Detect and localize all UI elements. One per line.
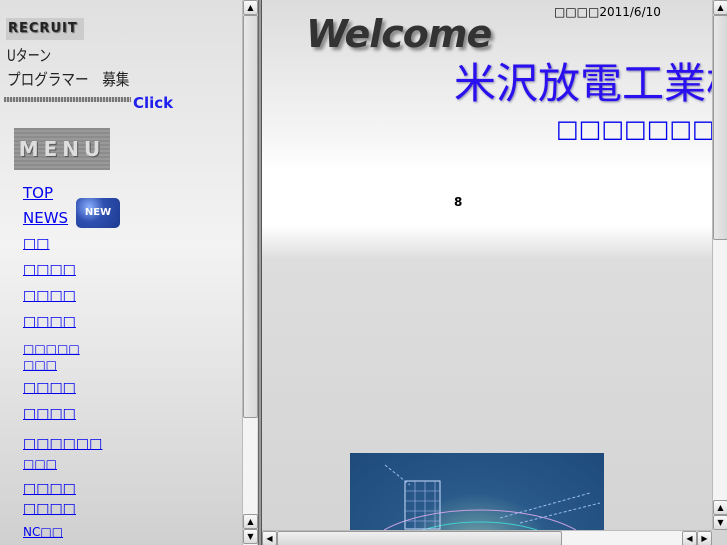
nav-item-7[interactable]: □□□□□ □□□ (23, 341, 80, 373)
scroll-down-icon[interactable]: ▼ (713, 515, 727, 530)
scroll-thumb[interactable] (277, 531, 562, 545)
content-frame: Welcome □□□□2011/6/10 米沢放電工業株 □□□□□□□□□□… (262, 0, 727, 545)
nav-item-5[interactable]: □□□□ (23, 288, 76, 304)
right-vertical-scrollbar[interactable]: ▲ ▲ ▼ (712, 0, 727, 530)
cad-wireframe-image (350, 453, 604, 530)
nav-news[interactable]: NEWS (23, 209, 68, 227)
nav-item-7-line1: □□□□□ (23, 342, 80, 356)
scroll-right-icon[interactable]: ▶ (697, 531, 712, 545)
nav-item-11-line1: □□□□ (23, 481, 76, 497)
updated-date: □□□□2011/6/10 (554, 5, 661, 19)
company-name: 米沢放電工業株 (454, 59, 727, 108)
nav-item-10[interactable]: □□□□□□ □□□ (23, 434, 102, 474)
nav-item-7-line2: □□□ (23, 358, 58, 372)
scroll-thumb[interactable] (713, 15, 727, 240)
new-badge-icon: NEW (76, 198, 120, 228)
recruit-line-1[interactable]: Uターン (7, 42, 51, 66)
nav-item-10-line2: □□□ (23, 457, 58, 471)
scroll-left-icon[interactable]: ◀ (682, 531, 697, 545)
menu-frame: RECRUIT Uターン プログラマー 募集 Click MENU TOP NE… (0, 0, 258, 545)
nav-item-6[interactable]: □□□□ (23, 314, 76, 330)
scroll-up-icon[interactable]: ▲ (713, 0, 727, 15)
wireframe-graphic (383, 464, 601, 530)
scroll-up-icon[interactable]: ▲ (713, 500, 727, 515)
nav-item-3[interactable]: □□ (23, 236, 49, 252)
scroll-left-icon[interactable]: ◀ (262, 531, 277, 545)
left-vertical-scrollbar[interactable]: ▲ ▲ ▼ (242, 0, 258, 545)
recruit-banner[interactable]: RECRUIT (6, 18, 84, 40)
scroll-up-icon[interactable]: ▲ (243, 0, 258, 15)
recruit-click-link[interactable]: Click (133, 94, 173, 112)
nav-item-11-line2: □□□□ (23, 501, 76, 517)
nav-item-8[interactable]: □□□□ (23, 380, 76, 396)
nav-item-4[interactable]: □□□□ (23, 262, 76, 278)
nav-item-10-line1: □□□□□□ (23, 436, 103, 452)
nav-top[interactable]: TOP (23, 184, 53, 202)
nav-item-11[interactable]: □□□□ □□□□ (23, 479, 76, 519)
counter-value: 8 (454, 195, 463, 209)
recruit-line-2[interactable]: プログラマー 募集 (7, 66, 129, 90)
horizontal-scrollbar[interactable]: ◀ ◀ ▶ (262, 530, 712, 545)
menu-heading: MENU (14, 128, 110, 170)
scroll-up-icon[interactable]: ▲ (243, 514, 258, 529)
company-subtitle: □□□□□□□□□□□□ (556, 115, 727, 143)
scroll-thumb[interactable] (243, 15, 258, 418)
scroll-down-icon[interactable]: ▼ (243, 529, 258, 544)
nav-item-12[interactable]: NC□□ (23, 524, 63, 540)
nav-item-9[interactable]: □□□□ (23, 406, 76, 422)
divider-bar (4, 97, 131, 102)
